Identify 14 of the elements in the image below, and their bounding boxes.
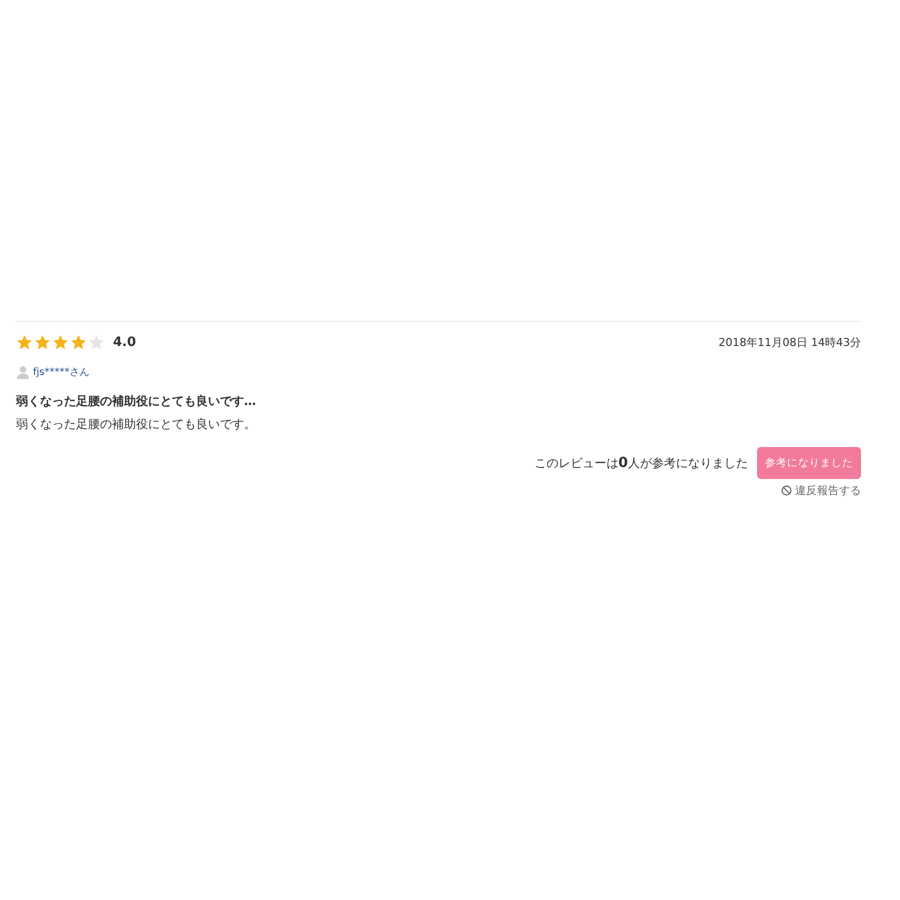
review-body: 弱くなった足腰の補助役にとても良いです。	[16, 416, 257, 433]
helpful-count-text: このレビューは0人が参考になりました	[534, 454, 748, 472]
reviewer-name: fjs*****さん	[33, 366, 90, 379]
user-icon	[16, 365, 30, 379]
star-icon	[88, 334, 105, 351]
report-link[interactable]: 違反報告する	[795, 483, 861, 498]
star-icon	[34, 334, 51, 351]
star-icon	[70, 334, 87, 351]
star-icon	[52, 334, 69, 351]
review-date: 2018年11月08日 14時43分	[718, 335, 861, 350]
rating-value: 4.0	[113, 335, 136, 350]
review-title: 弱くなった足腰の補助役にとても良いです…	[16, 393, 257, 410]
star-icon	[16, 334, 33, 351]
prohibited-icon	[781, 485, 792, 496]
